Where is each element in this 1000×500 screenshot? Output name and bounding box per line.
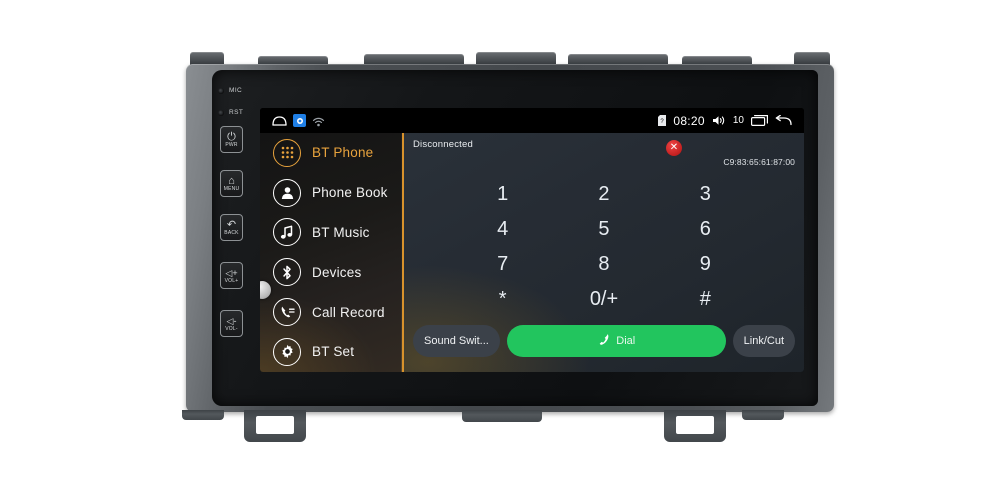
- sidebar-item-label: BT Set: [312, 344, 355, 360]
- sidebar-item-devices[interactable]: Devices: [260, 252, 401, 292]
- volume-down-label: VOL-: [225, 325, 238, 332]
- mount-foot-bottom-3: [462, 410, 542, 422]
- dialpad-key-3[interactable]: 3: [655, 184, 756, 204]
- sidebar-item-label: Phone Book: [312, 185, 388, 201]
- status-bar-left-icons: [260, 114, 325, 127]
- dialpad-key-6[interactable]: 6: [655, 219, 756, 239]
- bluetooth-icon: [273, 258, 301, 287]
- sidebar-item-call-record[interactable]: Call Record: [260, 292, 401, 332]
- keypad-icon: [273, 138, 301, 167]
- android-status-bar: ? 08:20 10: [260, 108, 804, 133]
- menu-button[interactable]: ⌂ MENU: [220, 170, 243, 197]
- mount-foot-bottom-5: [742, 410, 784, 420]
- gear-icon: [273, 337, 301, 366]
- sidebar-item-label: BT Music: [312, 224, 370, 240]
- mount-foot-hole-left: [256, 416, 294, 434]
- volume-down-button[interactable]: ◁- VOL-: [220, 310, 243, 337]
- back-button[interactable]: ↶ BACK: [220, 214, 243, 241]
- dialpad-key-0[interactable]: 0/+: [553, 289, 654, 309]
- link-cut-label: Link/Cut: [743, 335, 784, 347]
- bt-phone-panel: Disconnected ✕ C9:83:65:61:87:00 1 2 3 4…: [402, 133, 804, 372]
- panel-header: Disconnected ✕ C9:83:65:61:87:00: [404, 133, 804, 177]
- dialpad-key-8[interactable]: 8: [553, 254, 654, 274]
- connection-status: Disconnected: [413, 139, 473, 150]
- music-note-icon: [273, 218, 301, 247]
- back-label: BACK: [224, 229, 239, 236]
- dialpad-key-7[interactable]: 7: [452, 254, 553, 274]
- sound-switch-label: Sound Swit...: [424, 335, 489, 347]
- dialpad-key-hash[interactable]: #: [655, 289, 756, 309]
- head-unit-device: MIC RST ⏻ PWR ⌂ MENU ↶ BACK ◁+ VOL+ ◁- V…: [182, 52, 834, 442]
- dialpad-key-4[interactable]: 4: [452, 219, 553, 239]
- recents-icon[interactable]: [751, 115, 768, 126]
- status-bar-right-icons: ? 08:20 10: [658, 114, 804, 128]
- power-icon: ⏻: [227, 130, 236, 143]
- volume-down-icon: ◁-: [226, 315, 237, 326]
- dialpad: 1 2 3 4 5 6 7 8 9 * 0/+ #: [404, 177, 804, 316]
- close-icon[interactable]: ✕: [666, 140, 682, 156]
- menu-label: MENU: [223, 185, 240, 192]
- link-cut-button[interactable]: Link/Cut: [732, 325, 795, 357]
- sd-card-icon: ?: [658, 115, 667, 126]
- dialpad-key-5[interactable]: 5: [553, 219, 654, 239]
- dial-button[interactable]: Dial: [506, 325, 726, 357]
- rst-label: RST: [229, 109, 244, 116]
- sidebar-item-label: Call Record: [312, 304, 385, 320]
- home-icon: ⌂: [228, 174, 235, 187]
- clock: 08:20: [673, 113, 705, 128]
- mount-foot-hole-right: [676, 416, 714, 434]
- mac-address: C9:83:65:61:87:00: [723, 157, 795, 167]
- dial-label: Dial: [616, 335, 636, 347]
- sidebar-item-phone-book[interactable]: Phone Book: [260, 173, 401, 213]
- dialpad-key-star[interactable]: *: [452, 289, 553, 309]
- back-icon[interactable]: [775, 115, 792, 126]
- volume-up-button[interactable]: ◁+ VOL+: [220, 262, 243, 289]
- blue-app-icon[interactable]: [293, 114, 306, 127]
- volume-up-icon: ◁+: [225, 267, 238, 278]
- screen-body: BT Phone Phone Book BT Music Devices Cal…: [260, 133, 804, 372]
- sidebar-item-label: BT Phone: [312, 145, 374, 161]
- mic-label: MIC: [229, 87, 243, 94]
- sidebar-item-bt-music[interactable]: BT Music: [260, 213, 401, 253]
- sidebar-item-bt-set[interactable]: BT Set: [260, 332, 401, 372]
- home-icon[interactable]: [272, 115, 287, 126]
- phone-handset-icon: [597, 333, 610, 349]
- hardware-control-strip: MIC RST ⏻ PWR ⌂ MENU ↶ BACK ◁+ VOL+ ◁- V…: [214, 74, 254, 402]
- call-log-icon: [273, 298, 301, 327]
- sound-switch-button[interactable]: Sound Swit...: [413, 325, 500, 357]
- rst-led[interactable]: [218, 110, 224, 116]
- device-bezel: MIC RST ⏻ PWR ⌂ MENU ↶ BACK ◁+ VOL+ ◁- V…: [186, 64, 834, 412]
- sidebar-item-label: Devices: [312, 264, 362, 280]
- volume-level: 10: [732, 115, 744, 126]
- dialpad-key-2[interactable]: 2: [553, 184, 654, 204]
- dialpad-key-1[interactable]: 1: [452, 184, 553, 204]
- dialpad-key-9[interactable]: 9: [655, 254, 756, 274]
- power-button[interactable]: ⏻ PWR: [220, 126, 243, 153]
- back-arrow-icon: ↶: [226, 218, 237, 231]
- wifi-icon: [312, 115, 325, 127]
- mount-foot-bottom-1: [182, 410, 224, 420]
- bt-sidebar-menu: BT Phone Phone Book BT Music Devices Cal…: [260, 133, 402, 372]
- sidebar-item-bt-phone[interactable]: BT Phone: [260, 133, 401, 173]
- contact-icon: [273, 178, 301, 207]
- action-button-bar: Sound Swit... Dial Link/Cut: [404, 316, 804, 372]
- volume-icon[interactable]: [712, 115, 726, 126]
- volume-up-label: VOL+: [224, 277, 239, 284]
- power-label: PWR: [225, 141, 238, 148]
- touchscreen-display[interactable]: ? 08:20 10 BT Phone Phone Book BT Music …: [260, 108, 804, 372]
- mic-led: [218, 88, 224, 94]
